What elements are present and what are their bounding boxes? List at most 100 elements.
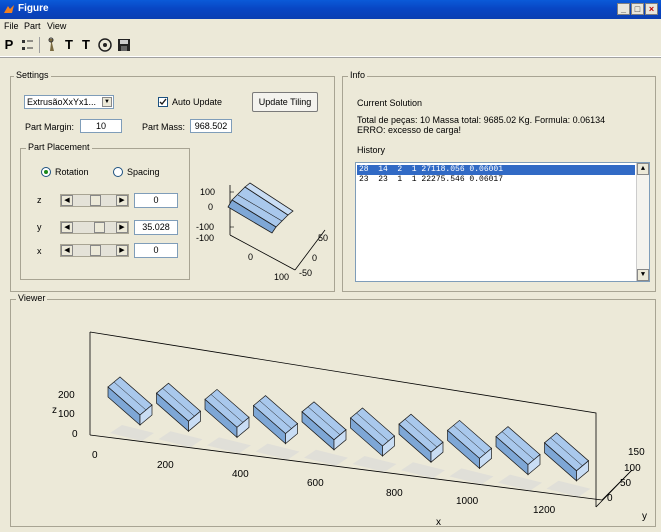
tiled-part [349,407,397,472]
x-slider[interactable]: ◀ ▶ [60,244,129,257]
preview-y-tick: 50 [318,233,328,243]
matlab-icon [4,5,14,13]
viewer-z-tick: 100 [58,409,75,420]
error-message: ERRO: excesso de carga! [357,125,462,135]
rotate-icon[interactable] [97,37,113,53]
viewer-y-label: y [642,511,647,522]
y-slider-left-arrow[interactable]: ◀ [61,222,73,233]
y-slider-right-arrow[interactable]: ▶ [116,222,128,233]
preview-y-tick: 0 [312,253,317,263]
x-value-field[interactable]: 0 [134,243,178,258]
radio-dot [44,170,48,174]
rotation-label: Rotation [55,167,89,177]
z-slider-left-arrow[interactable]: ◀ [61,195,73,206]
save-icon[interactable] [117,37,131,53]
viewer-y-tick: 100 [624,463,641,474]
y-label: y [37,222,42,232]
history-row[interactable]: 23 23 1 1 22275.546 0.06017 [357,175,635,185]
menu-view[interactable]: View [47,21,66,31]
x-slider-right-arrow[interactable]: ▶ [116,245,128,256]
y-value-field[interactable]: 35.028 [134,220,178,235]
viewer-plot: 200 100 0 z 0 200 400 600 800 1000 1200 … [52,331,647,527]
preview-z-tick: 100 [200,187,215,197]
y-slider[interactable]: ◀ ▶ [60,221,129,234]
spacing-radio[interactable] [113,167,123,177]
tiled-part [543,432,591,497]
menu-file[interactable]: File [4,21,19,31]
viewer-x-tick: 600 [307,478,324,489]
viewer-x-tick: 400 [232,469,249,480]
tiled-part [398,413,445,479]
tiled-part [155,382,203,448]
update-tiling-button[interactable]: Update Tiling [252,92,318,112]
y-slider-thumb[interactable] [94,222,105,233]
info-title: Info [348,70,368,80]
z-value-field[interactable]: 0 [134,193,178,208]
viewer-y-tick: 150 [628,447,645,458]
maximize-button[interactable]: □ [631,3,644,15]
x-label: x [37,246,42,256]
preview-x-tick: 0 [248,252,253,262]
viewer-x-label: x [436,517,441,527]
viewer-x-tick: 200 [157,460,174,471]
viewer-z-tick: 0 [72,429,78,440]
toolbar-p-button[interactable]: P [3,37,15,53]
tiled-part [495,426,542,491]
z-slider-right-arrow[interactable]: ▶ [116,195,128,206]
profile-select-value: ExtrusãoXxYx1... [27,97,97,107]
viewer-y-tick: 0 [607,493,613,504]
history-list[interactable]: 28 14 2 1 27118.056 0.06001 23 23 1 1 22… [355,162,650,282]
parts-layer [107,376,591,497]
viewer-x-tick: 0 [92,450,98,461]
viewer-z-label: z [52,405,57,416]
wrench-icon[interactable] [44,37,58,53]
rotation-radio[interactable] [41,167,51,177]
toolbar-t2-button[interactable]: T [80,37,92,53]
z-label: z [37,195,42,205]
history-label: History [357,145,386,155]
tiled-part [107,376,154,441]
part-preview-plot: 100 0 -100 -100 0 100 50 0 -50 [196,182,328,282]
viewer-z-tick: 200 [58,390,75,401]
preview-z-tick: -100 [196,233,214,243]
z-slider[interactable]: ◀ ▶ [60,194,129,207]
x-slider-thumb[interactable] [90,245,101,256]
current-solution-label: Current Solution [357,98,423,108]
x-slider-left-arrow[interactable]: ◀ [61,245,73,256]
viewer-x-tick: 1200 [533,505,556,516]
check-icon [159,98,167,106]
part-margin-field[interactable]: 10 [80,119,122,133]
tiled-part [252,395,300,460]
part-mass-field: 968.502 [190,119,232,133]
preview-x-axis [229,234,296,271]
scroll-down-arrow[interactable]: ▼ [637,269,649,281]
viewer-x-tick: 800 [386,488,403,499]
solution-summary: Total de peças: 10 Massa total: 9685.02 … [357,115,606,125]
auto-update-label: Auto Update [172,97,223,107]
viewer-x-tick: 1000 [456,496,479,507]
preview-x-tick: 100 [274,272,289,282]
part-margin-label: Part Margin: [25,122,75,132]
profile-select[interactable]: ExtrusãoXxYx1... ▼ [24,95,114,109]
menu-bar: File Part View [0,19,661,33]
settings-title: Settings [14,70,51,80]
history-row-selected[interactable]: 28 14 2 1 27118.056 0.06001 [357,165,635,175]
viewer-title: Viewer [16,293,48,303]
z-slider-thumb[interactable] [90,195,101,206]
toolbar-t1-button[interactable]: T [63,37,75,53]
toolbar: P T T [0,34,661,57]
close-button[interactable]: × [645,3,658,15]
auto-update-checkbox[interactable] [158,97,168,107]
chevron-down-icon[interactable]: ▼ [102,97,112,107]
minimize-button[interactable]: _ [617,3,630,15]
tree-icon[interactable] [20,37,34,53]
viewer-y-tick: 50 [620,478,632,489]
part-preview-shape [227,182,294,234]
scroll-up-arrow[interactable]: ▲ [637,163,649,175]
spacing-label: Spacing [127,167,160,177]
window-title: Figure [18,3,49,14]
preview-z-tick: 0 [208,202,213,212]
title-bar: Figure _ □ × [0,0,661,19]
history-scrollbar[interactable]: ▲ ▼ [636,163,649,281]
menu-part[interactable]: Part [24,21,41,31]
